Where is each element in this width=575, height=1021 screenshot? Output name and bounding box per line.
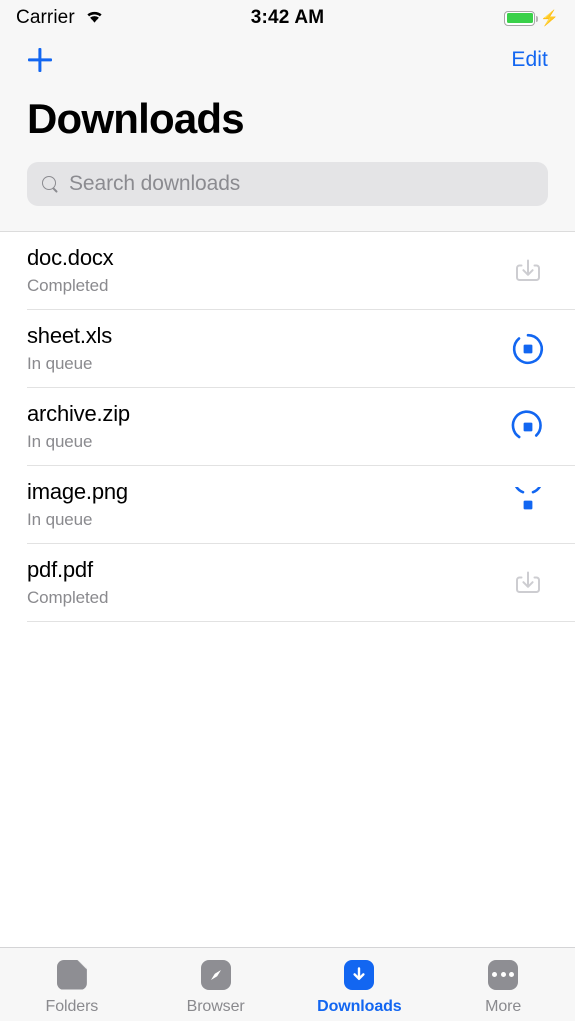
status-bar-left: Carrier — [16, 7, 105, 29]
file-name: doc.docx — [27, 244, 114, 270]
file-name: archive.zip — [27, 400, 130, 426]
search-bar: Search downloads — [27, 162, 548, 206]
tab-more[interactable]: More — [431, 948, 575, 1021]
file-status: In queue — [27, 354, 93, 374]
carrier-label: Carrier — [16, 7, 75, 28]
nav-bar: Edit — [27, 36, 548, 84]
tab-label: Folders — [45, 997, 99, 1015]
search-placeholder: Search downloads — [69, 172, 241, 195]
add-download-button[interactable] — [25, 45, 55, 75]
row-text: pdf.pdf Completed — [27, 557, 508, 608]
tab-label: Downloads — [317, 997, 402, 1015]
stop-progress-icon[interactable] — [508, 329, 548, 369]
downloads-list: doc.docx Completed sheet.xls In queue ar… — [0, 232, 575, 947]
ellipsis-icon — [486, 958, 520, 992]
row-text: archive.zip In queue — [27, 401, 508, 452]
lightning-bolt-icon: ⚡ — [540, 9, 559, 27]
download-tray-icon[interactable] — [508, 563, 548, 603]
folder-icon — [55, 958, 89, 992]
file-name: image.png — [27, 478, 128, 504]
search-input[interactable]: Search downloads — [27, 162, 548, 206]
file-name: sheet.xls — [27, 322, 113, 348]
file-status: Completed — [27, 588, 109, 608]
tab-folders[interactable]: Folders — [0, 948, 144, 1021]
row-text: doc.docx Completed — [27, 245, 508, 296]
tab-browser[interactable]: Browser — [144, 948, 288, 1021]
table-row[interactable]: doc.docx Completed — [27, 232, 575, 310]
tab-label: Browser — [186, 997, 245, 1015]
wifi-icon — [84, 8, 105, 29]
table-row[interactable]: sheet.xls In queue — [27, 310, 575, 388]
tab-downloads[interactable]: Downloads — [288, 948, 432, 1021]
edit-button[interactable]: Edit — [511, 48, 548, 72]
status-bar: Carrier 3:42 AM ⚡ — [0, 0, 575, 36]
app-screen: Carrier 3:42 AM ⚡ Edit Downloads Search … — [0, 0, 575, 1021]
file-name: pdf.pdf — [27, 556, 93, 582]
page-header: Edit Downloads Search downloads — [0, 36, 575, 232]
row-text: image.png In queue — [27, 479, 508, 530]
battery-icon — [504, 10, 539, 26]
row-text: sheet.xls In queue — [27, 323, 508, 374]
stop-progress-icon[interactable] — [508, 407, 548, 447]
stop-progress-icon[interactable] — [508, 485, 548, 525]
status-bar-right: ⚡ — [504, 9, 559, 27]
table-row[interactable]: pdf.pdf Completed — [27, 544, 575, 622]
download-tray-icon[interactable] — [508, 251, 548, 291]
file-status: In queue — [27, 432, 93, 452]
table-row[interactable]: image.png In queue — [27, 466, 575, 544]
tab-label: More — [485, 997, 522, 1015]
download-icon — [342, 958, 376, 992]
file-status: Completed — [27, 276, 109, 296]
page-title: Downloads — [27, 95, 245, 142]
table-row[interactable]: archive.zip In queue — [27, 388, 575, 466]
search-icon — [42, 175, 59, 193]
file-status: In queue — [27, 510, 93, 530]
battery-fill — [506, 13, 533, 23]
compass-icon — [199, 958, 233, 992]
tab-bar: Folders Browser Downloads More — [0, 947, 575, 1021]
